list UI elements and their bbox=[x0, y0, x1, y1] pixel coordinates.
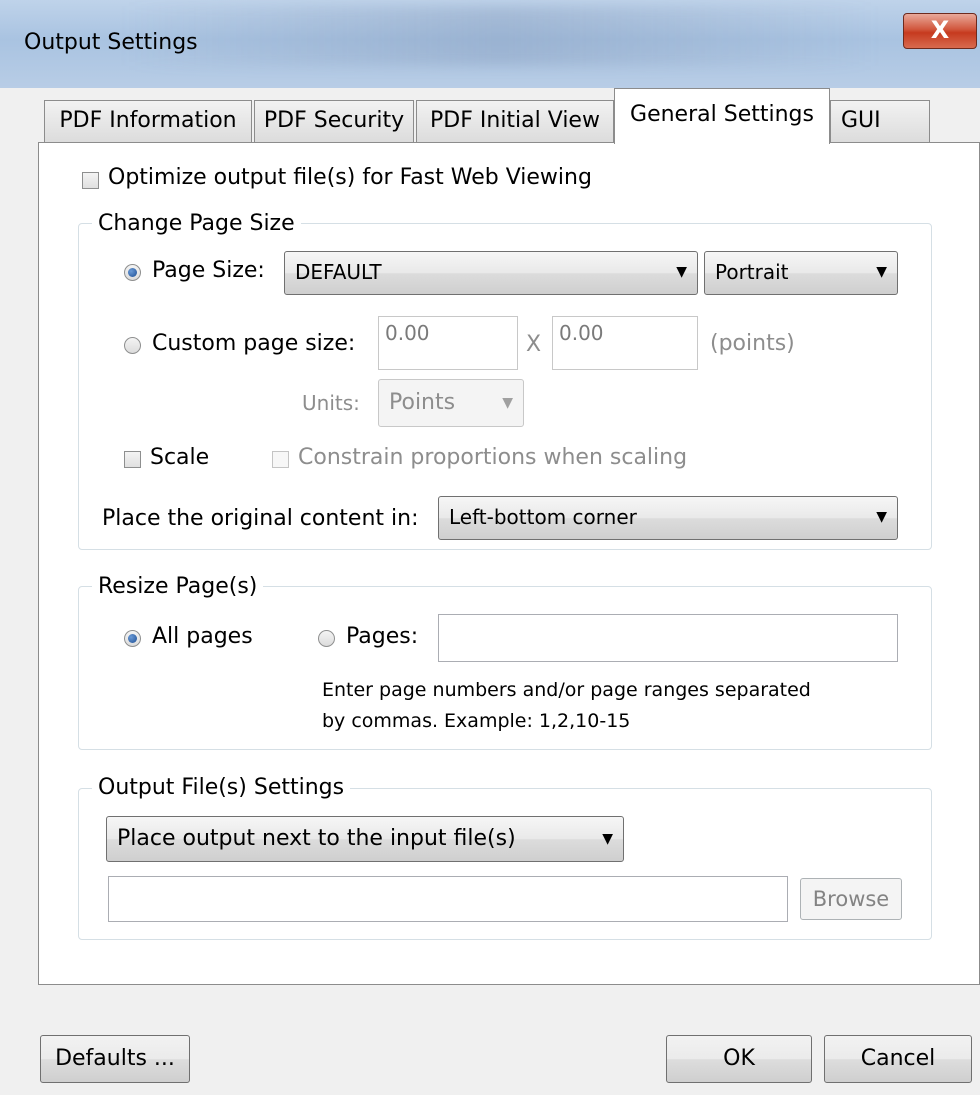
all-pages-radio[interactable] bbox=[124, 630, 141, 647]
window-title: Output Settings bbox=[24, 30, 198, 55]
custom-page-size-radio[interactable] bbox=[124, 337, 141, 354]
tab-label: PDF Security bbox=[263, 108, 405, 133]
output-location-dropdown[interactable]: Place output next to the input file(s) ▼ bbox=[106, 816, 624, 862]
chevron-down-icon: ▼ bbox=[676, 264, 687, 280]
tab-pdf-information[interactable]: PDF Information bbox=[44, 100, 252, 142]
place-content-value: Left-bottom corner bbox=[449, 505, 637, 529]
tab-pdf-initial-view[interactable]: PDF Initial View bbox=[416, 100, 614, 142]
cancel-label: Cancel bbox=[860, 1046, 936, 1071]
cancel-button[interactable]: Cancel bbox=[824, 1035, 972, 1083]
output-path-field[interactable] bbox=[108, 876, 788, 922]
page-size-value: DEFAULT bbox=[295, 260, 382, 284]
pages-hint-line2: by commas. Example: 1,2,10-15 bbox=[322, 710, 631, 732]
pages-label: Pages: bbox=[346, 624, 419, 649]
pages-input[interactable] bbox=[438, 614, 898, 662]
ok-label: OK bbox=[723, 1046, 755, 1071]
fast-web-checkbox[interactable] bbox=[82, 172, 99, 189]
fast-web-label: Optimize output file(s) for Fast Web Vie… bbox=[108, 165, 592, 190]
close-icon: X bbox=[930, 16, 950, 44]
resize-pages-title: Resize Page(s) bbox=[92, 574, 264, 599]
close-button[interactable]: X bbox=[903, 13, 977, 49]
tab-pdf-security[interactable]: PDF Security bbox=[254, 100, 414, 142]
units-dropdown[interactable]: Points ▼ bbox=[378, 379, 524, 427]
ok-button[interactable]: OK bbox=[666, 1035, 812, 1083]
tab-label: GUI bbox=[841, 108, 881, 133]
tab-label: General Settings bbox=[630, 102, 814, 127]
tab-gui[interactable]: GUI bbox=[830, 100, 930, 142]
constrain-proportions-label: Constrain proportions when scaling bbox=[298, 445, 688, 470]
title-bar-background bbox=[120, 6, 880, 66]
constrain-proportions-checkbox[interactable] bbox=[272, 451, 289, 468]
chevron-down-icon: ▼ bbox=[602, 831, 613, 847]
chevron-down-icon: ▼ bbox=[502, 395, 513, 411]
tab-general-settings[interactable]: General Settings bbox=[614, 88, 830, 144]
output-location-value: Place output next to the input file(s) bbox=[117, 826, 516, 851]
defaults-label: Defaults ... bbox=[55, 1046, 175, 1071]
orientation-value: Portrait bbox=[715, 260, 789, 284]
output-settings-dialog: Output Settings X PDF Information PDF Se… bbox=[0, 0, 980, 1095]
custom-page-size-label: Custom page size: bbox=[152, 331, 356, 356]
place-content-dropdown[interactable]: Left-bottom corner ▼ bbox=[438, 496, 898, 540]
times-label: X bbox=[526, 332, 542, 357]
units-value: Points bbox=[389, 390, 456, 415]
page-size-dropdown[interactable]: DEFAULT ▼ bbox=[284, 251, 698, 295]
place-content-label: Place the original content in: bbox=[102, 506, 419, 531]
orientation-dropdown[interactable]: Portrait ▼ bbox=[704, 251, 898, 295]
defaults-button[interactable]: Defaults ... bbox=[40, 1035, 190, 1083]
page-size-label: Page Size: bbox=[152, 258, 265, 283]
tab-label: PDF Initial View bbox=[430, 108, 600, 133]
page-size-radio[interactable] bbox=[124, 264, 141, 281]
custom-height-field[interactable]: 0.00 bbox=[552, 316, 698, 370]
tab-label: PDF Information bbox=[59, 108, 237, 133]
change-page-size-title: Change Page Size bbox=[92, 211, 301, 236]
chevron-down-icon: ▼ bbox=[876, 509, 887, 525]
units-label: Units: bbox=[302, 391, 360, 415]
pages-radio[interactable] bbox=[318, 630, 335, 647]
browse-label: Browse bbox=[812, 887, 890, 911]
scale-label: Scale bbox=[150, 445, 210, 470]
chevron-down-icon: ▼ bbox=[876, 264, 887, 280]
points-unit-label: (points) bbox=[710, 331, 795, 356]
output-files-title: Output File(s) Settings bbox=[92, 775, 351, 800]
title-bar[interactable]: Output Settings X bbox=[0, 0, 980, 88]
pages-hint-line1: Enter page numbers and/or page ranges se… bbox=[322, 679, 811, 701]
browse-button[interactable]: Browse bbox=[800, 878, 902, 920]
all-pages-label: All pages bbox=[152, 624, 253, 649]
custom-width-field[interactable]: 0.00 bbox=[378, 316, 518, 370]
scale-checkbox[interactable] bbox=[124, 451, 141, 468]
